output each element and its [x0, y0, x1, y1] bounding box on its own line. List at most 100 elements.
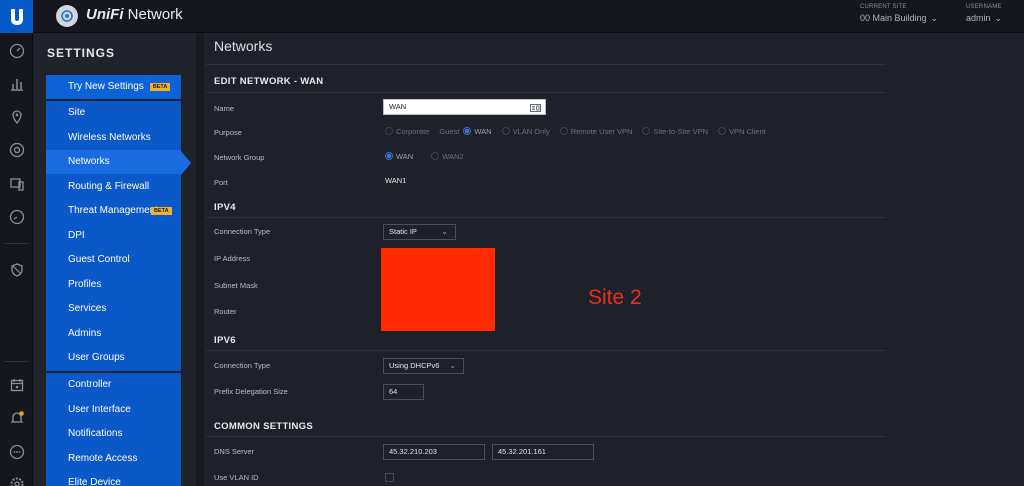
- sidebar-heading: SETTINGS: [47, 46, 116, 60]
- sidebar-item-user-interface[interactable]: User Interface: [46, 398, 181, 422]
- active-item-pointer: [181, 151, 191, 175]
- sidebar-item-elite-device[interactable]: Elite Device: [46, 471, 181, 486]
- sidebar-item-networks[interactable]: Networks: [46, 150, 181, 174]
- radio-selected-icon: [385, 152, 393, 160]
- icon-rail: [0, 33, 33, 486]
- radio-selected-icon: [463, 127, 472, 135]
- sidebar-item-wireless-networks[interactable]: Wireless Networks: [46, 126, 181, 150]
- map-icon[interactable]: [8, 108, 25, 125]
- sidebar-item-guest-control[interactable]: Guest Control: [46, 248, 181, 272]
- sidebar-item-user-groups[interactable]: User Groups: [46, 346, 181, 370]
- purpose-option-vlan-only[interactable]: VLAN Only: [501, 127, 550, 136]
- sidebar-item-site[interactable]: Site: [46, 101, 181, 125]
- statistics-icon[interactable]: [8, 75, 25, 92]
- port-value: WAN1: [385, 176, 407, 185]
- settings-sidebar: SETTINGS Try New Settings BETA Site Wirel…: [33, 33, 196, 486]
- top-bar: UniFi Network CURRENT SITE 00 Main Build…: [0, 0, 1024, 33]
- network-name-input[interactable]: WAN: [383, 99, 546, 115]
- sidebar-item-try-new-settings[interactable]: Try New Settings BETA: [46, 75, 181, 99]
- main-content: [196, 33, 1024, 486]
- site-annotation: Site 2: [588, 286, 642, 309]
- ipv4-connection-type-select[interactable]: Static IP ⌄: [383, 224, 456, 240]
- network-name-value: WAN: [389, 102, 407, 111]
- username-value: admin: [966, 13, 991, 23]
- common-settings-heading: COMMON SETTINGS: [214, 421, 313, 432]
- ipv4-heading: IPV4: [214, 202, 236, 213]
- page-title: Networks: [214, 38, 273, 54]
- sidebar-item-dpi[interactable]: DPI: [46, 224, 181, 248]
- username-label: USERNAME: [966, 4, 1002, 10]
- try-new-group: Try New Settings BETA: [46, 75, 181, 99]
- prefix-delegation-size-input[interactable]: 64: [383, 384, 424, 400]
- rail-divider: [4, 361, 29, 362]
- content-gutter: [196, 33, 204, 486]
- dns-server-2-input[interactable]: 45.32.201.161: [492, 444, 594, 460]
- clients-icon[interactable]: [8, 175, 25, 192]
- app-title: UniFi Network: [86, 6, 183, 23]
- radio-icon: [385, 127, 393, 135]
- ubiquiti-logo-icon[interactable]: [0, 0, 33, 33]
- network-group-option-wan[interactable]: WAN: [385, 152, 413, 161]
- network-group-label: Network Group: [214, 153, 265, 162]
- ipv6-connection-type-label: Connection Type: [214, 361, 271, 370]
- purpose-option-wan[interactable]: WAN: [463, 127, 492, 136]
- purpose-option-remote-user-vpn[interactable]: Remote User VPN: [559, 127, 632, 136]
- purpose-radio-group: Corporate Guest WAN VLAN Only Remote User VP…: [385, 127, 776, 136]
- subnet-mask-label: Subnet Mask: [214, 281, 258, 290]
- ipv6-connection-type-select[interactable]: Using DHCPv6 ⌄: [383, 358, 464, 374]
- sidebar-item-routing-firewall[interactable]: Routing & Firewall: [46, 175, 181, 199]
- sidebar-item-profiles[interactable]: Profiles: [46, 273, 181, 297]
- divider: [206, 350, 886, 351]
- dns-server-label: DNS Server: [214, 447, 255, 456]
- purpose-option-vpn-client[interactable]: VPN Client: [718, 127, 766, 136]
- site-settings-group: Site Wireless Networks Networks Routing …: [46, 101, 181, 371]
- divider: [206, 217, 886, 218]
- calendar-icon[interactable]: [8, 376, 25, 393]
- sidebar-item-admins[interactable]: Admins: [46, 322, 181, 346]
- radio-icon: [431, 152, 440, 160]
- rail-divider: [4, 243, 29, 244]
- dns-server-1-input[interactable]: 45.32.210.203: [383, 444, 485, 460]
- chevron-down-icon: ⌄: [449, 361, 456, 370]
- devices-icon[interactable]: [8, 141, 25, 158]
- network-group-option-wan2[interactable]: WAN2: [431, 152, 464, 161]
- use-vlan-id-label: Use VLAN ID: [214, 473, 259, 482]
- dashboard-icon[interactable]: [8, 42, 25, 59]
- contact-card-icon: [530, 103, 541, 117]
- radio-icon: [501, 127, 510, 135]
- insights-icon[interactable]: [8, 208, 25, 225]
- site-switcher[interactable]: CURRENT SITE 00 Main Building ⌄: [860, 4, 938, 24]
- divider: [206, 436, 886, 437]
- controller-settings-group: Controller User Interface Notifications …: [46, 373, 181, 486]
- divider: [206, 92, 886, 93]
- router-label: Router: [214, 307, 237, 316]
- redaction-block: [381, 248, 495, 331]
- sidebar-item-controller[interactable]: Controller: [46, 373, 181, 397]
- user-menu[interactable]: USERNAME admin ⌄: [966, 4, 1002, 24]
- chat-icon[interactable]: [8, 443, 25, 460]
- shield-icon[interactable]: [8, 261, 25, 278]
- network-group-radio-group: WAN WAN2: [385, 152, 474, 161]
- purpose-label: Purpose: [214, 128, 242, 137]
- beta-badge: BETA: [151, 207, 172, 215]
- ipv6-heading: IPV6: [214, 335, 236, 346]
- purpose-option-site-to-site-vpn[interactable]: Site-to-Site VPN: [642, 127, 708, 136]
- ipv4-connection-type-label: Connection Type: [214, 227, 271, 236]
- edit-network-heading: EDIT NETWORK - WAN: [214, 76, 324, 87]
- site-label: CURRENT SITE: [860, 4, 907, 10]
- purpose-option-corporate[interactable]: Corporate: [385, 127, 429, 136]
- radio-icon: [718, 127, 727, 135]
- sidebar-item-threat-management[interactable]: Threat Management BETA: [46, 199, 181, 223]
- settings-icon[interactable]: [8, 475, 25, 486]
- sidebar-item-notifications[interactable]: Notifications: [46, 422, 181, 446]
- divider: [206, 64, 886, 65]
- purpose-option-guest[interactable]: Guest: [439, 127, 459, 136]
- port-label: Port: [214, 178, 228, 187]
- use-vlan-id-checkbox[interactable]: [385, 473, 394, 482]
- alerts-icon[interactable]: [8, 409, 25, 426]
- sidebar-item-services[interactable]: Services: [46, 297, 181, 321]
- ip-address-label: IP Address: [214, 254, 251, 263]
- site-value: 00 Main Building: [860, 13, 927, 23]
- sidebar-item-remote-access[interactable]: Remote Access: [46, 447, 181, 471]
- chevron-down-icon: ⌄: [994, 13, 1003, 23]
